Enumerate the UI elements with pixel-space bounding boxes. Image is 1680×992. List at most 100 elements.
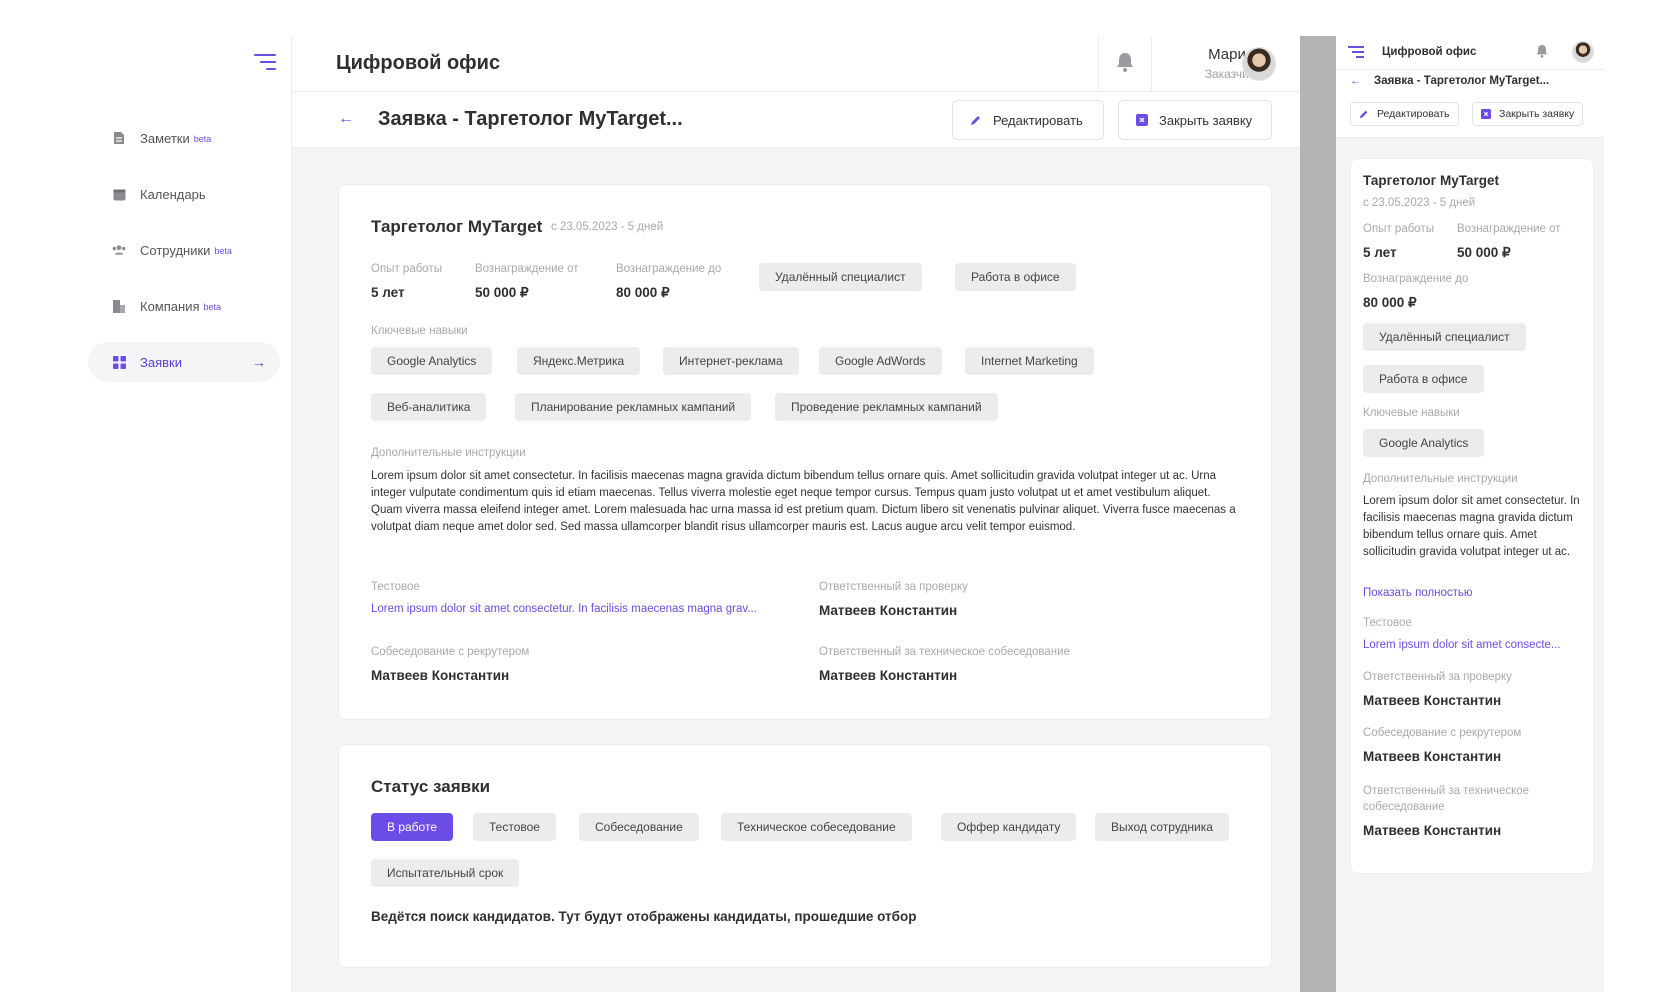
show-full-link[interactable]: Показать полностью: [1363, 587, 1473, 599]
close-request-button[interactable]: Закрыть заявку: [1472, 102, 1584, 126]
skill-chip: Интернет-реклама: [663, 347, 799, 375]
sidebar-item-label: Сотрудники: [140, 242, 211, 258]
experience-value: 5 лет: [371, 285, 405, 300]
reviewer-label: Ответственный за проверку: [819, 581, 968, 593]
stage-chip-in-progress[interactable]: В работе: [371, 813, 454, 841]
sidebar-item-employees[interactable]: Сотрудники beta: [88, 230, 280, 270]
recruiter-value: Матвеев Константин: [371, 668, 510, 683]
position-title: Таргетолог MyTarget: [371, 217, 543, 236]
close-square-icon: [1481, 109, 1491, 119]
request-header: ← Заявка - Таргетолог MyTarget... Редакт…: [292, 92, 1300, 148]
instructions-text: Lorem ipsum dolor sit amet consectetur. …: [371, 470, 1236, 533]
request-details-card: Таргетолог MyTarget с 23.05.2023 - 5 дне…: [338, 184, 1272, 720]
reward-from-value: 50 000 ₽: [1457, 245, 1511, 260]
skill-chip: Internet Marketing: [965, 347, 1094, 375]
bell-icon: [1116, 52, 1134, 77]
pencil-icon: [969, 113, 983, 127]
beta-badge: beta: [203, 302, 222, 312]
requests-grid-icon: [112, 355, 126, 369]
bell-icon[interactable]: [1536, 44, 1548, 63]
reward-from-label: Вознаграждение от: [1457, 223, 1561, 235]
work-format-chip: Удалённый специалист: [1363, 323, 1526, 351]
beta-badge: beta: [214, 246, 232, 256]
position-title: Таргетолог MyTarget: [1363, 173, 1499, 188]
instructions-label: Дополнительные инструкции: [371, 447, 526, 459]
sidebar: Заметки beta Календарь Сотрудники beta Ком…: [0, 36, 292, 992]
close-button-label: Закрыть заявку: [1159, 112, 1253, 128]
menu-icon[interactable]: [1348, 46, 1364, 58]
tech-interview-label: Ответственный за техническое собеседован…: [1363, 785, 1530, 813]
back-arrow-icon[interactable]: ←: [1350, 75, 1361, 87]
skill-chip: Планирование рекламных кампаний: [515, 393, 752, 421]
notifications-button[interactable]: [1098, 36, 1152, 92]
close-button-label: Закрыть заявку: [1499, 108, 1575, 120]
work-format-chip: Работа в офисе: [1363, 365, 1484, 393]
skills-label: Ключевые навыки: [1363, 407, 1460, 419]
mobile-details-card: Таргетолог MyTarget с 23.05.2023 - 5 дне…: [1350, 158, 1594, 874]
stage-chip[interactable]: Оффер кандидату: [941, 813, 1077, 841]
skill-chip: Google Analytics: [1363, 429, 1485, 457]
calendar-icon: [112, 187, 126, 201]
tech-interview-label: Ответственный за техническое собеседован…: [819, 646, 1070, 658]
panel-divider: [1300, 36, 1336, 992]
edit-button[interactable]: Редактировать: [952, 100, 1104, 140]
experience-value: 5 лет: [1363, 245, 1397, 260]
notes-icon: [112, 131, 126, 145]
test-label: Тестовое: [371, 581, 420, 593]
skill-chip: Google AdWords: [819, 347, 942, 375]
status-title: Статус заявки: [371, 777, 491, 796]
experience-label: Опыт работы: [1363, 223, 1434, 235]
sidebar-item-label: Компания: [140, 298, 200, 314]
reward-to-value: 80 000 ₽: [616, 285, 670, 300]
reward-to-label: Вознаграждение до: [1363, 273, 1469, 285]
company-icon: [112, 299, 126, 313]
sidebar-item-label: Заметки: [140, 130, 190, 146]
skill-chip: Веб-аналитика: [371, 393, 487, 421]
back-arrow-icon[interactable]: ←: [338, 110, 354, 128]
reviewer-label: Ответственный за проверку: [1363, 671, 1512, 683]
close-request-button[interactable]: Закрыть заявку: [1118, 100, 1272, 140]
reward-from-value: 50 000 ₽: [475, 285, 529, 300]
date-info: с 23.05.2023 - 5 дней: [1363, 197, 1476, 209]
skill-chip: Яндекс.Метрика: [517, 347, 641, 375]
sidebar-item-requests[interactable]: Заявки →: [88, 342, 280, 382]
mobile-request-title: Заявка - Таргетолог MyTarget...: [1374, 75, 1550, 87]
mobile-top-bar: Цифровой офис: [1336, 36, 1604, 70]
stage-chip[interactable]: Техническое собеседование: [721, 813, 912, 841]
sidebar-item-company[interactable]: Компания beta: [88, 286, 280, 326]
close-square-icon: [1135, 113, 1149, 127]
top-bar: Цифровой офис Мария Заказчик: [292, 36, 1300, 92]
status-card: Статус заявки В работе Тестовое Собеседо…: [338, 744, 1272, 968]
reward-to-value: 80 000 ₽: [1363, 295, 1417, 310]
arrow-right-icon: →: [252, 354, 266, 370]
avatar[interactable]: [1242, 47, 1276, 81]
skills-label: Ключевые навыки: [371, 325, 468, 337]
sidebar-item-label: Календарь: [140, 186, 206, 202]
sidebar-item-calendar[interactable]: Календарь: [88, 174, 280, 214]
avatar[interactable]: [1572, 41, 1594, 63]
skill-chip: Проведение рекламных кампаний: [775, 393, 998, 421]
stage-chip[interactable]: Тестовое: [473, 813, 556, 841]
request-title: Заявка - Таргетолог MyTarget...: [378, 108, 683, 130]
stage-chip[interactable]: Выход сотрудника: [1095, 813, 1229, 841]
app-title: Цифровой офис: [336, 52, 501, 74]
edit-button[interactable]: Редактировать: [1350, 102, 1459, 126]
reward-from-label: Вознаграждение от: [475, 263, 579, 275]
sidebar-item-notes[interactable]: Заметки beta: [88, 118, 280, 158]
stage-chip[interactable]: Испытательный срок: [371, 859, 520, 887]
test-link[interactable]: Lorem ipsum dolor sit amet consecte...: [1363, 639, 1561, 651]
mobile-app-title: Цифровой офис: [1382, 46, 1477, 58]
edit-button-label: Редактировать: [1377, 108, 1450, 120]
pencil-icon: [1359, 109, 1369, 119]
menu-icon[interactable]: [252, 54, 276, 74]
experience-label: Опыт работы: [371, 263, 442, 275]
stage-chip[interactable]: Собеседование: [579, 813, 699, 841]
test-label: Тестовое: [1363, 617, 1412, 629]
tech-interview-value: Матвеев Константин: [819, 668, 958, 683]
work-format-chip: Работа в офисе: [955, 263, 1076, 291]
sidebar-item-label: Заявки: [140, 354, 182, 370]
work-format-chip: Удалённый специалист: [759, 263, 922, 291]
employees-icon: [112, 243, 126, 257]
recruiter-label: Собеседование с рекрутером: [371, 646, 530, 658]
test-link[interactable]: Lorem ipsum dolor sit amet consectetur. …: [371, 603, 757, 615]
